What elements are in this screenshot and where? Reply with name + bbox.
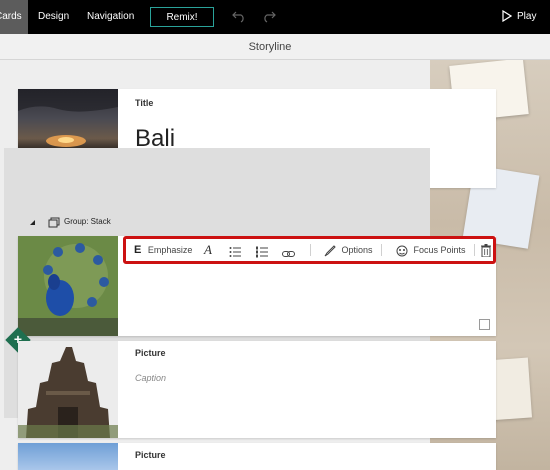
card-select-checkbox[interactable] [479,319,490,330]
group-label: Group: Stack [64,217,111,226]
remix-label: Remix! [166,12,198,23]
format-toolbar: E Emphasize A Options Focus Points [123,236,496,264]
play-button[interactable]: Play [502,0,536,34]
undo-icon[interactable] [232,9,248,25]
delete-icon[interactable] [481,243,491,258]
sky-image [18,443,118,470]
redo-icon[interactable] [262,9,278,25]
storyline-title: Storyline [248,41,292,53]
tab-design-label: Design [38,11,70,22]
temple-image [18,341,118,438]
options-button[interactable]: Options [324,239,373,261]
focus-points-icon [396,245,408,257]
tab-cards[interactable]: Cards [0,0,28,34]
picture-card-partial[interactable]: Picture [18,443,496,470]
picture-field-label-2: Picture [135,450,166,460]
top-bar: Cards Design Navigation Remix! Play [0,0,550,34]
font-style-icon[interactable]: A [204,239,212,261]
options-icon [324,244,336,257]
emphasize-icon: E [134,244,142,256]
caption-field[interactable]: Caption [135,373,166,383]
group-header[interactable]: Group: Stack [4,148,430,228]
tab-navigation[interactable]: Navigation [87,0,134,34]
toolbar-separator [310,244,311,256]
bulleted-list-icon[interactable] [229,244,241,257]
play-label: Play [517,11,537,22]
emphasize-label: Emphasize [147,245,193,255]
toolbar-separator [474,244,475,256]
group-icon [48,217,60,228]
toolbar-separator [381,244,382,256]
collapse-triangle-icon[interactable] [30,220,36,226]
remix-button[interactable]: Remix! [150,7,214,27]
tab-design[interactable]: Design [38,0,69,34]
emphasize-button[interactable]: E Emphasize [134,239,192,261]
focus-points-button[interactable]: Focus Points [396,239,466,261]
play-icon [502,10,513,23]
link-icon[interactable] [282,245,295,257]
tab-navigation-label: Navigation [87,11,135,22]
focus-points-label: Focus Points [413,245,466,255]
title-field-label: Title [135,98,154,108]
options-label: Options [341,245,373,255]
storyline-bar: Storyline [0,34,550,60]
tab-cards-label: Cards [0,11,22,22]
picture-card-temple[interactable]: Picture Caption [18,341,496,438]
peacock-image [18,236,118,336]
numbered-list-icon[interactable] [256,244,268,258]
picture-field-label: Picture [135,348,166,358]
